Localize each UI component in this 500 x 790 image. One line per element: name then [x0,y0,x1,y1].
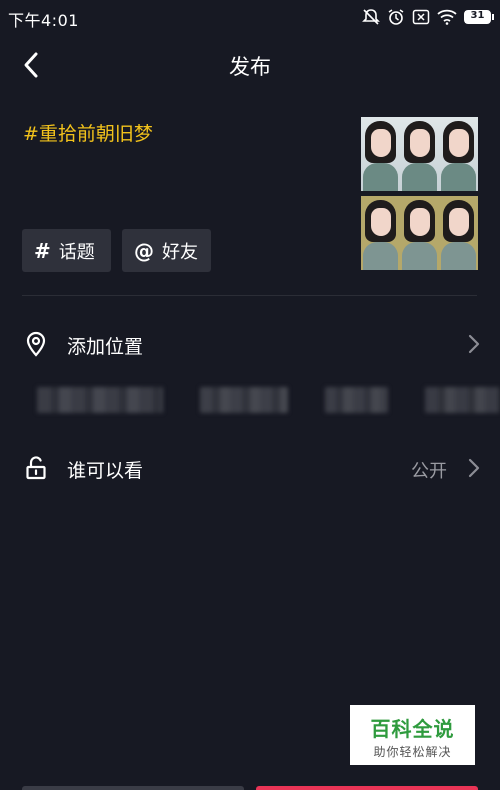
privacy-label: 谁可以看 [67,460,144,482]
mute-icon [362,8,380,26]
chevron-right-icon [468,334,480,354]
watermark-logo: 百科全说 助你轻松解决 [350,705,475,765]
location-suggestion[interactable] [200,387,288,413]
topic-button[interactable]: # 话题 [22,229,111,272]
privacy-value: 公开 [411,461,447,482]
cover-image-bottom-row [361,196,478,270]
battery-icon: 31 [464,10,491,24]
wifi-icon [437,9,457,25]
status-time: 下午4:01 [8,11,79,30]
draft-button[interactable] [22,786,244,790]
cover-face [400,117,439,191]
at-sign-icon: @ [134,238,154,263]
status-bar: 下午4:01 31 [0,0,500,34]
chevron-right-icon [468,458,480,478]
cover-face [439,196,478,270]
divider [22,295,477,296]
status-icons: 31 [362,6,494,28]
watermark-subtitle: 助你轻松解决 [373,745,452,759]
location-suggestion[interactable] [325,387,388,413]
add-location-label: 添加位置 [67,336,144,358]
location-suggestion[interactable] [425,387,500,413]
cover-image-top-row [361,117,478,191]
mention-friend-button-label: 好友 [162,241,198,263]
privacy-row[interactable]: 谁可以看 公开 [0,443,500,493]
cover-face [361,196,400,270]
alarm-icon [387,8,405,26]
cover-face [361,117,400,191]
sim-icon [412,9,430,25]
page-title: 发布 [229,55,271,79]
location-pin-icon [26,331,46,357]
caption-text[interactable]: #重拾前朝旧梦 [23,119,153,146]
cover-face [400,196,439,270]
battery-level-label: 31 [470,10,485,21]
cover-face [439,117,478,191]
publish-button[interactable] [256,786,478,790]
cover-image[interactable] [361,117,478,273]
battery-tip [492,14,494,20]
hashtag-icon: # [34,238,51,263]
location-suggestion[interactable] [37,387,163,413]
nav-bar: 发布 [0,34,500,96]
topic-button-label: 话题 [58,241,95,263]
mention-friend-button[interactable]: @ 好友 [122,229,211,272]
watermark-title: 百科全说 [370,717,455,741]
add-location-row[interactable]: 添加位置 [0,319,500,369]
unlock-icon [26,456,46,480]
